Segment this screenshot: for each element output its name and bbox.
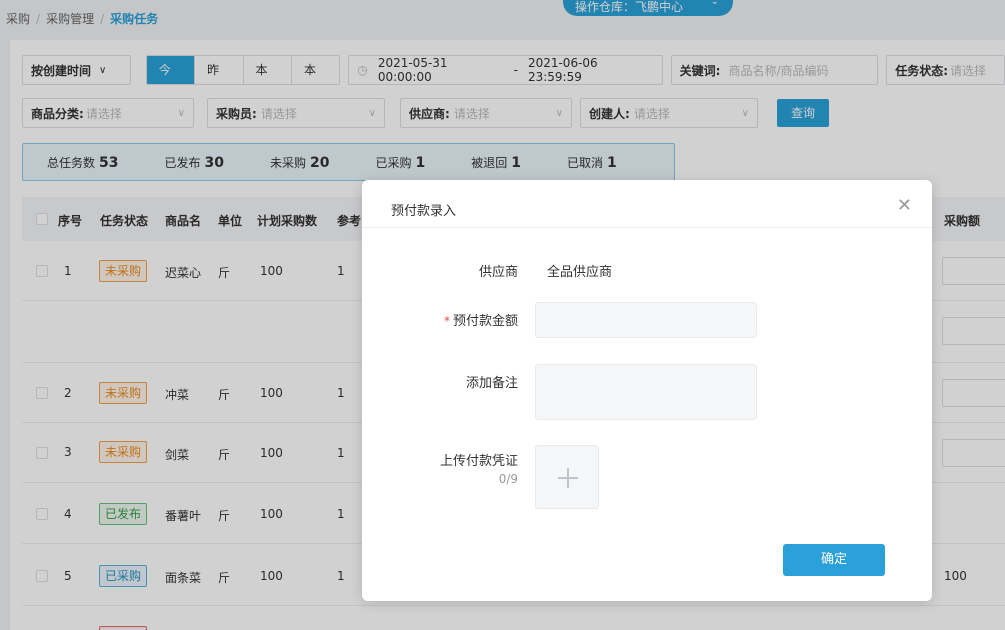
close-icon[interactable]: ✕ <box>897 197 912 215</box>
note-textarea[interactable] <box>535 364 757 420</box>
prepay-amount-label-text: 预付款金额 <box>452 314 518 329</box>
plus-icon <box>567 468 569 488</box>
upload-field-label: 上传付款凭证 <box>439 454 518 469</box>
dialog-title: 预付款录入 <box>391 204 457 219</box>
upload-button[interactable] <box>535 445 599 509</box>
supplier-field-value: 全品供应商 <box>547 265 613 280</box>
upload-count: 0/9 <box>498 472 518 486</box>
dialog-header: 预付款录入 ✕ <box>362 180 932 228</box>
supplier-field-label: 供应商 <box>478 265 518 280</box>
confirm-button[interactable]: 确定 <box>783 544 885 576</box>
required-mark: * <box>443 314 450 328</box>
prepayment-dialog: 预付款录入 ✕ 供应商 全品供应商 * 预付款金额 添加备注 上传付款凭证 0/9… <box>362 180 932 601</box>
prepay-amount-label: * 预付款金额 <box>444 310 518 329</box>
prepay-amount-input[interactable] <box>535 302 757 338</box>
note-field-label: 添加备注 <box>465 376 518 391</box>
